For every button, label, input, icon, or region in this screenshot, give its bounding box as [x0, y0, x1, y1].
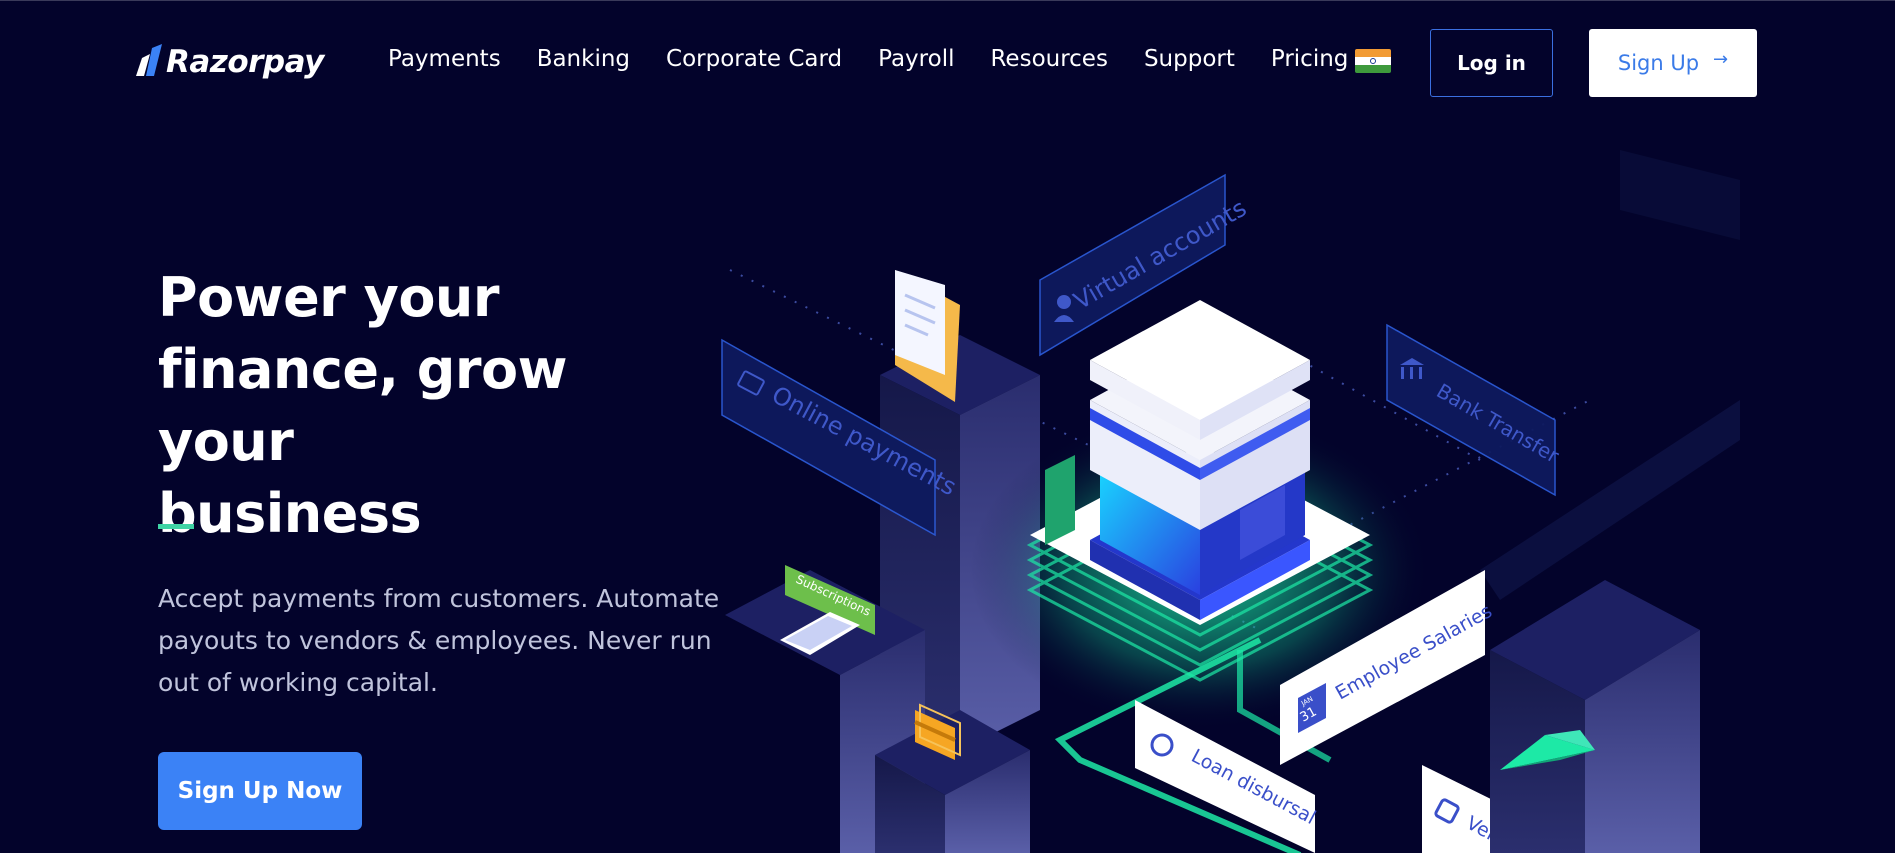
flag-stripe-saffron [1355, 49, 1391, 57]
nav-item-resources[interactable]: Resources [990, 46, 1107, 72]
hero-title-line-3: business [158, 482, 422, 545]
accent-divider [158, 524, 194, 529]
hero-title: Power your finance, grow your business [158, 262, 718, 550]
brand-name: Razorpay [166, 44, 324, 80]
pillar-right [1490, 580, 1700, 853]
razorpay-logo[interactable]: Razorpay [136, 40, 324, 84]
nav-item-corporate-card[interactable]: Corporate Card [666, 46, 842, 72]
nav-item-payroll[interactable]: Payroll [878, 46, 954, 72]
login-button[interactable]: Log in [1430, 29, 1553, 97]
razorpay-logo-icon [136, 44, 162, 76]
central-building [1090, 300, 1310, 620]
isometric-illustration: Online payments Virtual accounts Bank Tr… [721, 150, 1740, 853]
green-card [1045, 455, 1075, 545]
signup-button-label: Sign Up [1617, 51, 1700, 75]
site-header: Razorpay Payments Banking Corporate Card… [0, 0, 1895, 126]
chakra-icon [1370, 58, 1376, 64]
arrow-right-icon: → [1713, 48, 1729, 70]
flag-stripe-white [1355, 57, 1391, 65]
signup-button[interactable]: Sign Up → [1589, 29, 1757, 97]
hero-title-line-2: finance, grow your [158, 338, 568, 473]
hero-subtitle: Accept payments from customers. Automate… [158, 584, 720, 697]
nav-item-payments[interactable]: Payments [388, 46, 501, 72]
light-beam-top [1620, 150, 1740, 240]
nav-item-banking[interactable]: Banking [537, 46, 630, 72]
hero-illustration: Online payments Virtual accounts Bank Tr… [700, 150, 1895, 853]
main-nav: Payments Banking Corporate Card Payroll … [388, 46, 1384, 72]
flag-stripe-green [1355, 65, 1391, 73]
nav-item-support[interactable]: Support [1144, 46, 1235, 72]
signup-now-button[interactable]: Sign Up Now [158, 752, 362, 830]
nav-item-pricing[interactable]: Pricing [1271, 46, 1349, 72]
india-flag-icon[interactable] [1355, 49, 1391, 73]
bank-transfer-card: Bank Transfer [1386, 323, 1564, 497]
hero-title-line-1: Power your [158, 266, 500, 329]
